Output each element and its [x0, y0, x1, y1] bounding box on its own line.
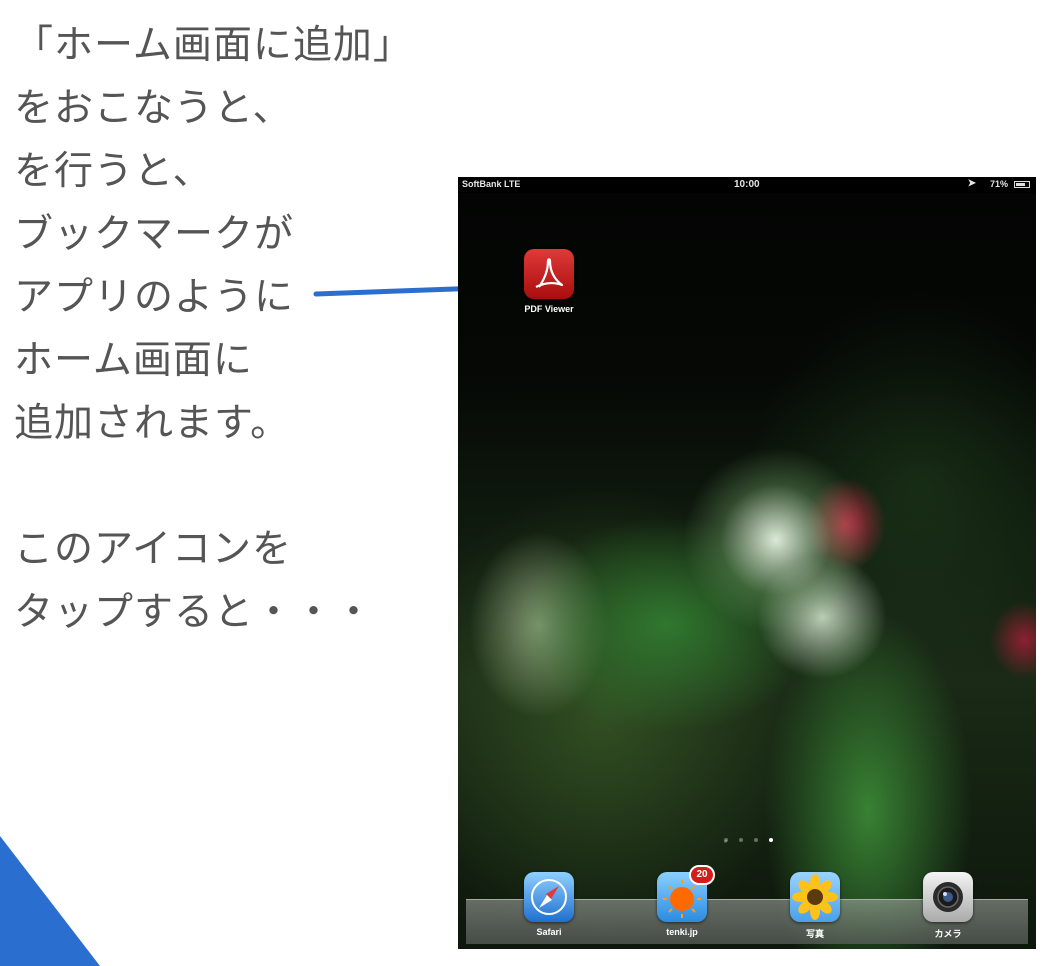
- pdf-icon: [524, 249, 574, 299]
- app-label: 写真: [805, 929, 824, 939]
- app-label: カメラ: [934, 929, 962, 939]
- spotlight-search-icon: ⌕: [724, 837, 728, 845]
- dock-app-camera[interactable]: カメラ: [903, 872, 993, 940]
- carrier-label: SoftBank LTE: [462, 179, 521, 189]
- caption-line: 「ホーム画面に追加」: [14, 23, 413, 68]
- battery-icon: [1014, 181, 1030, 188]
- sunflower-photos-icon: [790, 872, 840, 922]
- clock: 10:00: [734, 179, 760, 190]
- page-dot: [754, 837, 759, 842]
- page-indicator[interactable]: ⌕: [724, 829, 779, 845]
- decorative-corner: [0, 836, 100, 966]
- page-dot-active: [769, 837, 774, 842]
- status-bar: SoftBank LTE 10:00 ➤ 71%: [458, 177, 1036, 193]
- caption-line: 追加されます。: [14, 401, 291, 446]
- dock-app-safari[interactable]: Safari: [504, 872, 594, 937]
- safari-icon: [524, 872, 574, 922]
- app-pdf-viewer[interactable]: PDF Viewer: [504, 249, 594, 314]
- dock-app-photos[interactable]: 写真: [770, 872, 860, 940]
- ipad-home-screen: SoftBank LTE 10:00 ➤ 71% PDF Viewer ⌕ Sa…: [458, 177, 1036, 949]
- app-label: PDF Viewer: [524, 304, 574, 314]
- caption-line: タップすると・・・: [14, 590, 375, 635]
- caption-line: ホーム画面に: [14, 338, 253, 383]
- caption-line: をおこなうと、: [14, 86, 293, 131]
- location-arrow-icon: ➤: [967, 178, 976, 189]
- battery-percent: 71%: [989, 179, 1008, 189]
- weather-sun-icon: 20: [657, 865, 715, 922]
- page-dot: [739, 837, 744, 842]
- dock-app-tenki[interactable]: 20 tenki.jp: [637, 865, 727, 937]
- caption-line: このアイコンを: [14, 527, 293, 572]
- caption-line: を行うと、: [14, 149, 213, 194]
- caption-line: ブックマークが: [14, 212, 295, 257]
- app-label: Safari: [536, 927, 562, 937]
- camera-icon: [923, 872, 973, 922]
- app-label: tenki.jp: [666, 927, 698, 937]
- caption-text: 「ホーム画面に追加」 をおこなうと、 を行うと、 ブックマークが アプリのように…: [14, 14, 413, 644]
- notification-badge: 20: [689, 865, 715, 885]
